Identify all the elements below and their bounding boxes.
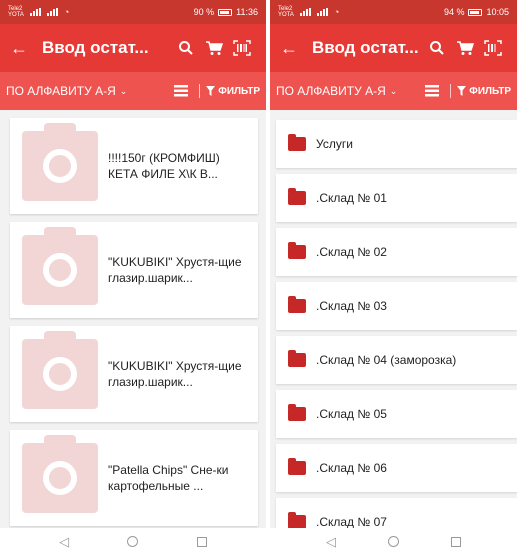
battery-icon [218,8,233,16]
item-name: "KUKUBIKI" Хрустя-щие глазир.шарик... [108,255,242,285]
folder-icon [288,296,306,313]
folder-item[interactable]: .Склад № 06 [276,444,517,492]
recents-nav-icon[interactable] [451,536,461,547]
system-nav-bar: ◁ [270,528,517,555]
folder-label: .Склад № 05 [316,407,387,421]
sort-dropdown[interactable]: ПО АЛФАВИТУ А-Я ⌄ [276,84,420,98]
camera-placeholder-icon [22,227,98,305]
signal-icon [46,8,58,16]
folder-label: .Склад № 07 [316,515,387,529]
folder-icon [288,188,306,205]
folder-label: .Склад № 03 [316,299,387,313]
home-nav-icon[interactable] [127,536,139,547]
wifi-icon: ◔ [63,7,70,17]
clock: 11:36 [236,7,258,17]
filter-label: ФИЛЬТР [218,85,260,97]
carrier-label: Tele2 YOTA [8,6,24,18]
battery-icon [468,8,483,16]
folder-icon [288,458,306,475]
barcode-icon[interactable] [479,40,507,56]
sort-dropdown[interactable]: ПО АЛФАВИТУ А-Я ⌄ [6,84,169,98]
page-title: Ввод остат... [42,38,149,57]
item-name: "KUKUBIKI" Хрустя-щие глазир.шарик... [108,359,242,389]
folder-list: Услуги .Склад № 01 .Склад № 02 .Склад № … [270,120,517,546]
folder-label: .Склад № 01 [316,191,387,205]
clock: 10:05 [486,7,509,17]
sort-label: ПО АЛФАВИТУ А-Я [6,84,116,98]
divider [450,84,452,98]
folder-icon [288,134,306,151]
sort-label: ПО АЛФАВИТУ А-Я [276,84,386,98]
folder-label: Услуги [316,137,353,151]
signal-icon [316,8,328,16]
back-nav-icon[interactable]: ◁ [326,534,336,550]
wifi-icon: ◔ [333,7,340,17]
app-toolbar: ← Ввод остат... [270,24,517,72]
camera-placeholder-icon [22,435,98,513]
divider [199,84,201,98]
folder-item[interactable]: .Склад № 02 [276,228,517,276]
folder-item[interactable]: .Склад № 01 [276,174,517,222]
list-item[interactable]: "Patella Chips" Сне-ки картофельные ... [10,430,258,526]
sort-bar: ПО АЛФАВИТУ А-Я ⌄ ФИЛЬТР [0,72,266,110]
search-icon[interactable] [172,40,200,56]
chevron-down-icon: ⌄ [119,85,128,96]
home-nav-icon[interactable] [388,536,399,547]
recents-nav-icon[interactable] [196,536,207,547]
carrier-label: Tele2 YOTA [278,6,294,18]
list-icon[interactable] [420,85,444,97]
item-name: !!!!150г (КРОМФИШ) КЕТА ФИЛЕ Х\К В... [108,151,220,181]
signal-icon [29,8,41,16]
folder-item[interactable]: .Склад № 03 [276,282,517,330]
folder-item[interactable]: Услуги [276,120,517,168]
cart-icon[interactable] [200,40,228,56]
list-item[interactable]: "KUKUBIKI" Хрустя-щие глазир.шарик... [10,222,258,318]
page-title: Ввод остат... [312,38,419,57]
status-bar: Tele2 YOTA ◔ 90 % 11:36 [0,0,266,24]
sort-bar: ПО АЛФАВИТУ А-Я ⌄ ФИЛЬТР [270,72,517,110]
left-screen: Tele2 YOTA ◔ 90 % 11:36 ← Ввод остат... [0,0,266,555]
right-screen: Tele2 YOTA ◔ 94 % 10:05 ← Ввод остат... [270,0,517,555]
list-icon[interactable] [169,85,193,97]
folder-icon [288,404,306,421]
cart-icon[interactable] [451,40,479,56]
folder-item[interactable]: .Склад № 04 (заморозка) [276,336,517,384]
folder-label: .Склад № 06 [316,461,387,475]
filter-button[interactable]: ФИЛЬТР [206,86,260,97]
folder-icon [288,242,306,259]
camera-placeholder-icon [22,123,98,201]
status-bar: Tele2 YOTA ◔ 94 % 10:05 [270,0,517,24]
camera-placeholder-icon [22,331,98,409]
barcode-icon[interactable] [228,40,256,56]
item-name: "Patella Chips" Сне-ки картофельные ... [108,463,229,493]
list-item[interactable]: "KUKUBIKI" Хрустя-щие глазир.шарик... [10,326,258,422]
folder-item[interactable]: .Склад № 05 [276,390,517,438]
system-nav-bar: ◁ [0,528,266,555]
back-arrow-icon[interactable]: ← [280,38,304,59]
search-icon[interactable] [423,40,451,56]
folder-icon [288,512,306,529]
folder-label: .Склад № 04 (заморозка) [316,353,457,367]
filter-button[interactable]: ФИЛЬТР [457,86,511,97]
back-arrow-icon[interactable]: ← [10,38,34,59]
list-item[interactable]: !!!!150г (КРОМФИШ) КЕТА ФИЛЕ Х\К В... [10,118,258,214]
chevron-down-icon: ⌄ [389,85,398,96]
screenshot-pair: Tele2 YOTA ◔ 90 % 11:36 ← Ввод остат... [0,0,517,555]
battery-percent: 90 % [193,7,215,17]
folder-icon [288,350,306,367]
filter-icon [206,86,216,96]
filter-icon [457,86,467,96]
signal-icon [299,8,311,16]
battery-percent: 94 % [443,7,465,17]
app-toolbar: ← Ввод остат... [0,24,266,72]
product-list: !!!!150г (КРОМФИШ) КЕТА ФИЛЕ Х\К В... "K… [0,118,266,555]
back-nav-icon[interactable]: ◁ [59,534,69,550]
folder-label: .Склад № 02 [316,245,387,259]
filter-label: ФИЛЬТР [469,85,511,97]
